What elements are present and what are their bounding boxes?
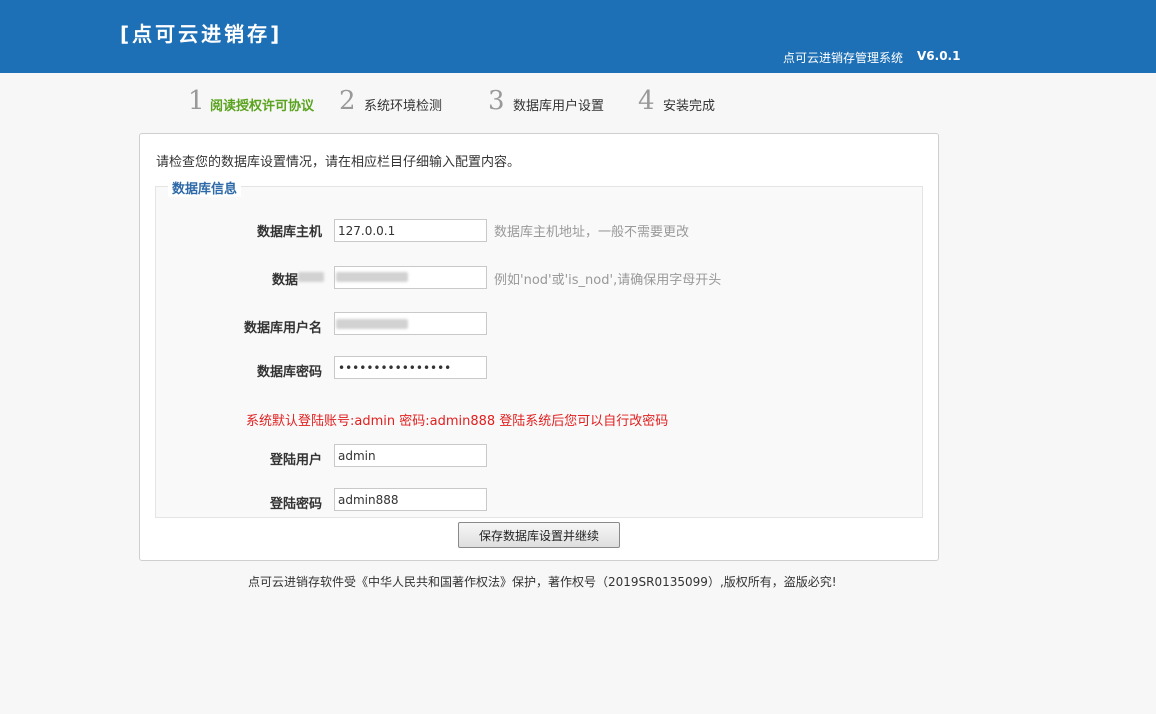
version-label: V6.0.1 bbox=[917, 49, 961, 63]
fieldset-legend: 数据库信息 bbox=[168, 178, 242, 197]
db-pass-input[interactable] bbox=[334, 356, 487, 379]
app-logo: [点可云进销存] bbox=[120, 22, 283, 46]
login-user-input[interactable] bbox=[334, 444, 487, 467]
db-pass-label: 数据库密码 bbox=[256, 365, 322, 380]
step-3: 3 数据库用户设置 bbox=[488, 86, 618, 118]
step-number: 2 bbox=[339, 86, 356, 116]
db-name-label: 数据 bbox=[271, 273, 298, 288]
db-host-hint: 数据库主机地址，一般不需要更改 bbox=[494, 225, 690, 240]
step-label: 数据库用户设置 bbox=[513, 99, 605, 114]
system-name: 点可云进销存管理系统 bbox=[783, 51, 904, 65]
default-account-notice: 系统默认登陆账号:admin 密码:admin888 登陆系统后您可以自行改密码 bbox=[246, 414, 669, 429]
copyright-footer: 点可云进销存软件受《中华人民共和国著作权法》保护，著作权号（2019SR0135… bbox=[248, 575, 837, 589]
step-number: 1 bbox=[188, 86, 205, 116]
db-settings-panel: 请检查您的数据库设置情况，请在相应栏目仔细输入配置内容。 数据库信息 数据库主机… bbox=[139, 133, 939, 561]
login-pass-label: 登陆密码 bbox=[269, 497, 322, 512]
step-number: 4 bbox=[638, 86, 655, 116]
step-4: 4 安装完成 bbox=[638, 86, 728, 118]
step-label: 系统环境检测 bbox=[364, 99, 443, 114]
login-user-label: 登陆用户 bbox=[269, 453, 322, 468]
step-label: 阅读授权许可协议 bbox=[210, 99, 315, 114]
step-2: 2 系统环境检测 bbox=[339, 86, 459, 118]
save-continue-button[interactable]: 保存数据库设置并继续 bbox=[458, 522, 620, 548]
db-host-label: 数据库主机 bbox=[256, 225, 322, 240]
obscured-region bbox=[336, 272, 408, 282]
db-host-input[interactable] bbox=[334, 219, 487, 242]
step-label: 安装完成 bbox=[663, 99, 716, 114]
step-1: 1 阅读授权许可协议 bbox=[188, 86, 328, 118]
top-header: [点可云进销存] 点可云进销存管理系统 V6.0.1 bbox=[0, 0, 1156, 73]
obscured-region bbox=[298, 272, 324, 282]
step-number: 3 bbox=[488, 86, 505, 116]
intro-text: 请检查您的数据库设置情况，请在相应栏目仔细输入配置内容。 bbox=[156, 155, 521, 170]
login-pass-input[interactable] bbox=[334, 488, 487, 511]
db-name-hint: 例如'nod'或'is_nod',请确保用字母开头 bbox=[494, 273, 722, 288]
db-user-label: 数据库用户名 bbox=[243, 321, 322, 336]
obscured-region bbox=[336, 319, 408, 329]
